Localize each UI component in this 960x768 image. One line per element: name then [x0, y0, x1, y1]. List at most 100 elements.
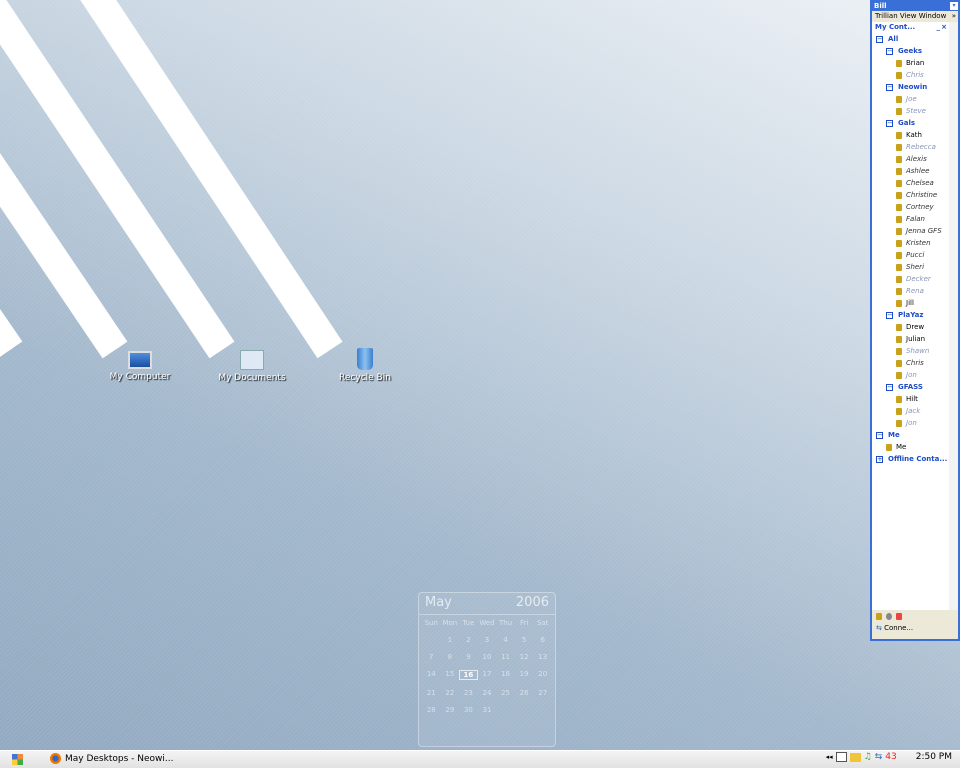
contact-status-icon[interactable]	[896, 155, 902, 163]
contact-group[interactable]: − Gals	[872, 117, 958, 129]
contact-item[interactable]: Rena	[872, 285, 958, 297]
calendar-date[interactable]: 8	[441, 653, 460, 661]
contact-item[interactable]: Jon	[872, 369, 958, 381]
collapse-icon[interactable]: −	[886, 383, 893, 391]
contact-status-icon[interactable]	[896, 71, 902, 79]
calendar-date[interactable]: 1	[441, 636, 460, 644]
calendar-date[interactable]: 24	[478, 689, 497, 697]
collapse-icon[interactable]: −	[876, 431, 883, 439]
music-icon[interactable]: ♫	[864, 752, 872, 762]
calendar-date[interactable]: 7	[422, 653, 441, 661]
calendar-date[interactable]: 29	[441, 706, 460, 714]
contact-item[interactable]: Jenna GFS	[872, 225, 958, 237]
scrollbar[interactable]	[949, 22, 958, 610]
contact-group[interactable]: − Me	[872, 429, 958, 441]
contact-status-icon[interactable]	[896, 179, 902, 187]
collapse-icon[interactable]: −	[876, 35, 883, 43]
collapse-icon[interactable]: −	[886, 311, 893, 319]
status-icon[interactable]	[876, 612, 882, 620]
display-icon[interactable]	[835, 752, 847, 762]
start-button[interactable]	[12, 754, 23, 765]
contact-status-icon[interactable]	[896, 275, 902, 283]
calendar-date[interactable]: 15	[441, 670, 460, 680]
contact-item[interactable]: Chelsea	[872, 177, 958, 189]
calendar-date[interactable]: 21	[422, 689, 441, 697]
calendar-date[interactable]: 5	[515, 636, 534, 644]
connection-status[interactable]: Conne...	[884, 624, 913, 632]
calendar-date[interactable]: 12	[515, 653, 534, 661]
contact-item[interactable]: Steve	[872, 105, 958, 117]
collapse-icon[interactable]: −	[886, 47, 893, 55]
contact-item[interactable]: Joe	[872, 93, 958, 105]
contact-status-icon[interactable]	[896, 395, 902, 403]
calendar-date[interactable]: 28	[422, 706, 441, 714]
contact-status-icon[interactable]	[896, 215, 902, 223]
contact-status-icon[interactable]	[896, 371, 902, 379]
collapse-icon[interactable]: −	[886, 83, 893, 91]
calendar-date[interactable]: 2	[459, 636, 478, 644]
contact-item[interactable]: Drew	[872, 321, 958, 333]
contact-status-icon[interactable]	[896, 203, 902, 211]
contact-item[interactable]: Falan	[872, 213, 958, 225]
contact-item[interactable]: Chris	[872, 357, 958, 369]
calendar-date[interactable]: 10	[478, 653, 497, 661]
contact-status-icon[interactable]	[896, 251, 902, 259]
contact-status-icon[interactable]	[896, 95, 902, 103]
contact-item[interactable]: Hilt	[872, 393, 958, 405]
calendar-date[interactable]: 20	[533, 670, 552, 680]
contact-status-icon[interactable]	[896, 143, 902, 151]
mail-icon[interactable]	[849, 752, 861, 762]
contact-item[interactable]: Jon	[872, 417, 958, 429]
contact-group[interactable]: + Offline Conta...	[872, 453, 958, 465]
tray-expand-icon[interactable]: ◂◂	[826, 753, 833, 761]
contact-item[interactable]: Decker	[872, 273, 958, 285]
contact-item[interactable]: Christine	[872, 189, 958, 201]
contact-status-icon[interactable]	[896, 167, 902, 175]
contact-item[interactable]: Brian	[872, 57, 958, 69]
contact-item[interactable]: Julian	[872, 333, 958, 345]
contact-item[interactable]: Jill	[872, 297, 958, 309]
contact-item[interactable]: Ashlee	[872, 165, 958, 177]
desktop-icon-my-documents[interactable]: My Documents	[207, 348, 297, 383]
contact-group[interactable]: − PlaYaz	[872, 309, 958, 321]
contact-item[interactable]: Chris	[872, 69, 958, 81]
contact-status-icon[interactable]	[896, 239, 902, 247]
calendar-date[interactable]: 17	[478, 670, 497, 680]
contact-item[interactable]: Pucci	[872, 249, 958, 261]
services-icon[interactable]	[896, 612, 902, 620]
contact-item[interactable]: Rebecca	[872, 141, 958, 153]
contact-item[interactable]: Sheri	[872, 261, 958, 273]
contact-status-icon[interactable]	[896, 347, 902, 355]
taskbar-task-firefox[interactable]: May Desktops - Neowi...	[50, 753, 173, 764]
calendar-date[interactable]: 11	[496, 653, 515, 661]
minimize-icon[interactable]: _	[937, 22, 941, 33]
calendar-date[interactable]: 23	[459, 689, 478, 697]
contact-item[interactable]: Kristen	[872, 237, 958, 249]
contact-status-icon[interactable]	[896, 287, 902, 295]
contact-status-icon[interactable]	[896, 323, 902, 331]
contact-group[interactable]: − Neowin	[872, 81, 958, 93]
contact-status-icon[interactable]	[896, 407, 902, 415]
contact-item[interactable]: Me	[872, 441, 958, 453]
contact-item[interactable]: Alexis	[872, 153, 958, 165]
clock[interactable]: 2:50 PM	[916, 752, 952, 762]
contact-status-icon[interactable]	[896, 359, 902, 367]
contact-group[interactable]: − All	[872, 33, 958, 45]
calendar-date[interactable]: 30	[459, 706, 478, 714]
contact-status-icon[interactable]	[896, 227, 902, 235]
calendar-date[interactable]: 19	[515, 670, 534, 680]
collapse-icon[interactable]: −	[886, 119, 893, 127]
contact-item[interactable]: Jack	[872, 405, 958, 417]
calendar-date[interactable]: 16	[459, 670, 478, 680]
contact-status-icon[interactable]	[896, 299, 902, 307]
contact-status-icon[interactable]	[886, 443, 892, 451]
close-icon[interactable]: ×	[941, 22, 947, 33]
contact-status-icon[interactable]	[896, 59, 902, 67]
gear-icon[interactable]	[886, 612, 892, 620]
calendar-date[interactable]: 25	[496, 689, 515, 697]
contact-group[interactable]: − GFASS	[872, 381, 958, 393]
calendar-date[interactable]: 26	[515, 689, 534, 697]
calendar-date[interactable]: 9	[459, 653, 478, 661]
calendar-date[interactable]: 27	[533, 689, 552, 697]
calendar-date[interactable]: 13	[533, 653, 552, 661]
